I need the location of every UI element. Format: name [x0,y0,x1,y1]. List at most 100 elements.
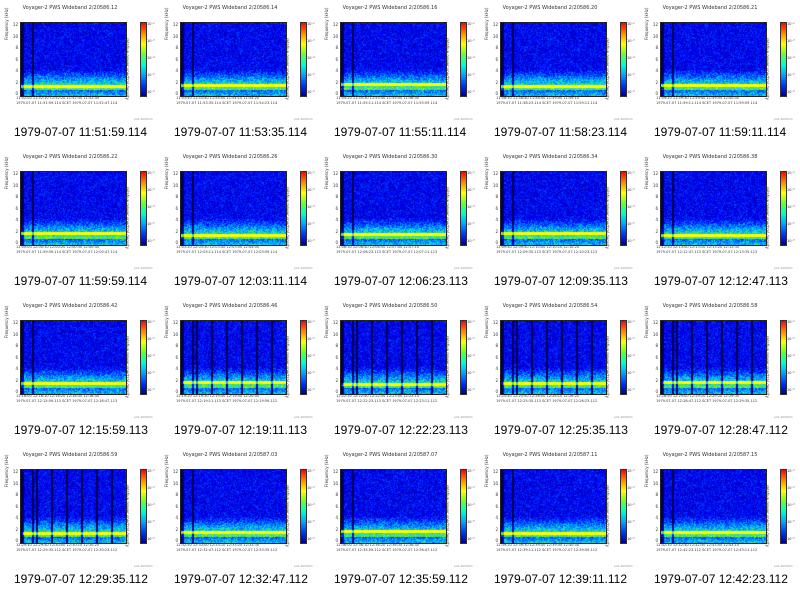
x-axis-ticks: 12:39:20 12:39:30 12:39:40 12:39:50 12:4… [496,543,580,547]
colorbar-label: relative power spectral density [285,336,290,398]
y-tick: 8 [495,343,498,348]
colorbar-tick: 10⁻⁴ [627,205,635,209]
x-axis-ticks: 12:36:00 12:36:10 12:36:20 12:36:30 12:3… [336,543,420,547]
x-axis-ticks: 12:16:00 12:16:10 12:16:20 12:16:30 12:1… [16,394,100,398]
y-tick: 4 [15,217,18,222]
spectrogram-plot [180,469,287,544]
colorbar-tick: 10⁻³ [627,486,635,490]
colorbar-tick: 10⁻⁵ [627,520,635,524]
y-tick: 8 [15,194,18,199]
spectrogram-plot [340,171,447,246]
y-axis-ticks: 12 10 8 6 4 2 0 [166,320,178,394]
colorbar-tick: 10⁻⁵ [467,73,475,77]
colorbar-tick: 10⁻³ [467,39,475,43]
spectrogram-plot [20,171,127,246]
y-tick: 10 [492,33,498,39]
panel-caption: 1979-07-07 12:32:47.112 [174,572,308,586]
panel-caption: 1979-07-07 12:35:59.112 [334,572,468,586]
corner-tag: pds-2008/01 [454,564,473,568]
colorbar-tick: 10⁻⁵ [307,520,315,524]
x-axis-scet: 1979-07-07 12:42:23.112 SCET 1979-07-07 … [656,548,758,552]
colorbar-tick: 10⁻² [307,22,315,26]
colorbar-tick: 10⁻⁴ [467,354,475,358]
spectrogram-panel: Voyager-2 PWS Wideband 2/20586.46 Frequen… [160,298,320,447]
colorbar-label: relative power spectral density [605,38,610,100]
colorbar-tick: 10⁻² [467,22,475,26]
colorbar-tick: 10⁻⁵ [147,222,155,226]
x-axis-scet: 1979-07-07 12:06:23.113 SCET 1979-07-07 … [336,250,438,254]
colorbar-tick: 10⁻⁵ [787,222,795,226]
y-tick: 8 [335,45,338,50]
y-tick: 12 [492,469,498,474]
panel-caption: 1979-07-07 12:28:47.112 [654,423,788,437]
panel-title: Voyager-2 PWS Wideband 2/20586.50 [342,303,438,309]
spectrogram-panel: Voyager-2 PWS Wideband 2/20587.15 Frequen… [640,447,800,596]
y-tick: 12 [172,320,178,325]
spectrogram-panel: Voyager-2 PWS Wideband 2/20586.42 Frequen… [0,298,160,447]
y-tick: 6 [335,205,338,211]
colorbar-tick: 10⁻³ [147,337,155,341]
colorbar-tick: 10⁻⁴ [467,503,475,507]
spectrogram-plot [180,171,287,246]
colorbar-tick: 10⁻³ [787,39,795,43]
spectrogram-panel: Voyager-2 PWS Wideband 2/20586.22 Frequen… [0,149,160,298]
colorbar-label: relative power spectral density [285,38,290,100]
panel-title: Voyager-2 PWS Wideband 2/20586.46 [182,303,278,309]
panel-caption: 1979-07-07 12:06:23.113 [334,274,468,288]
x-axis-scet: 1979-07-07 11:59:11.114 SCET 1979-07-07 … [656,101,758,105]
y-tick: 4 [335,515,338,520]
x-axis-ticks: 12:00:00 12:00:10 12:00:20 12:00:30 12:0… [16,245,100,249]
panel-caption: 1979-07-07 11:58:23.114 [494,125,628,139]
colorbar-tick: 10⁻⁵ [787,520,795,524]
colorbar-tick: 10⁻⁶ [467,239,475,243]
y-tick: 10 [172,480,178,486]
y-tick: 10 [332,480,338,486]
colorbar [780,469,787,544]
colorbar-tick: 10⁻⁶ [307,239,315,243]
colorbar-tick: 10⁻³ [787,188,795,192]
y-tick: 2 [175,526,178,532]
colorbar-label: relative power spectral density [125,38,130,100]
panel-caption: 1979-07-07 12:19:11.113 [174,423,308,437]
colorbar-label: relative power spectral density [285,485,290,547]
colorbar-tick: 10⁻⁶ [307,537,315,541]
corner-tag: pds-2008/01 [294,117,313,121]
y-axis-ticks: 12 10 8 6 4 2 0 [326,22,338,96]
y-tick: 8 [335,194,338,199]
colorbar-tick: 10⁻⁶ [147,90,155,94]
x-axis-ticks: 12:25:40 12:25:50 12:26:00 12:26:10 12:2… [496,394,580,398]
corner-tag: pds-2008/01 [614,117,633,121]
y-tick: 2 [175,79,178,85]
panel-caption: 1979-07-07 12:15:59.113 [14,423,148,437]
colorbar-tick: 10⁻² [467,469,475,473]
panel-title: Voyager-2 PWS Wideband 2/20586.54 [502,303,598,309]
colorbar-tick: 10⁻² [787,22,795,26]
panel-caption: 1979-07-07 12:12:47.113 [654,274,788,288]
colorbar [300,469,307,544]
panel-title: Voyager-2 PWS Wideband 2/20586.22 [22,154,118,160]
colorbar-label: relative power spectral density [125,485,130,547]
colorbar-tick: 10⁻⁴ [307,205,315,209]
y-tick: 10 [652,182,658,188]
y-tick: 2 [655,526,658,532]
spectrogram-panel: Voyager-2 PWS Wideband 2/20586.14 Frequen… [160,0,320,149]
y-tick: 8 [175,343,178,348]
y-tick: 12 [492,171,498,176]
colorbar-tick: 10⁻⁵ [467,520,475,524]
y-tick: 12 [492,320,498,325]
y-tick: 10 [492,182,498,188]
y-tick: 10 [12,480,18,486]
colorbar-tick: 10⁻⁵ [467,222,475,226]
spectrogram-plot [180,22,287,97]
colorbar-tick: 10⁻⁵ [627,73,635,77]
x-axis-scet: 1979-07-07 12:12:47.113 SCET 1979-07-07 … [656,250,758,254]
y-tick: 4 [655,515,658,520]
colorbar [140,320,147,395]
spectrogram-panel: Voyager-2 PWS Wideband 2/20586.50 Frequen… [320,298,480,447]
y-tick: 12 [652,171,658,176]
colorbar-tick: 10⁻⁴ [147,354,155,358]
spectrogram-plot [660,22,767,97]
colorbar-tick: 10⁻⁴ [147,205,155,209]
colorbar-label: relative power spectral density [445,187,450,249]
corner-tag: pds-2008/01 [774,266,793,270]
